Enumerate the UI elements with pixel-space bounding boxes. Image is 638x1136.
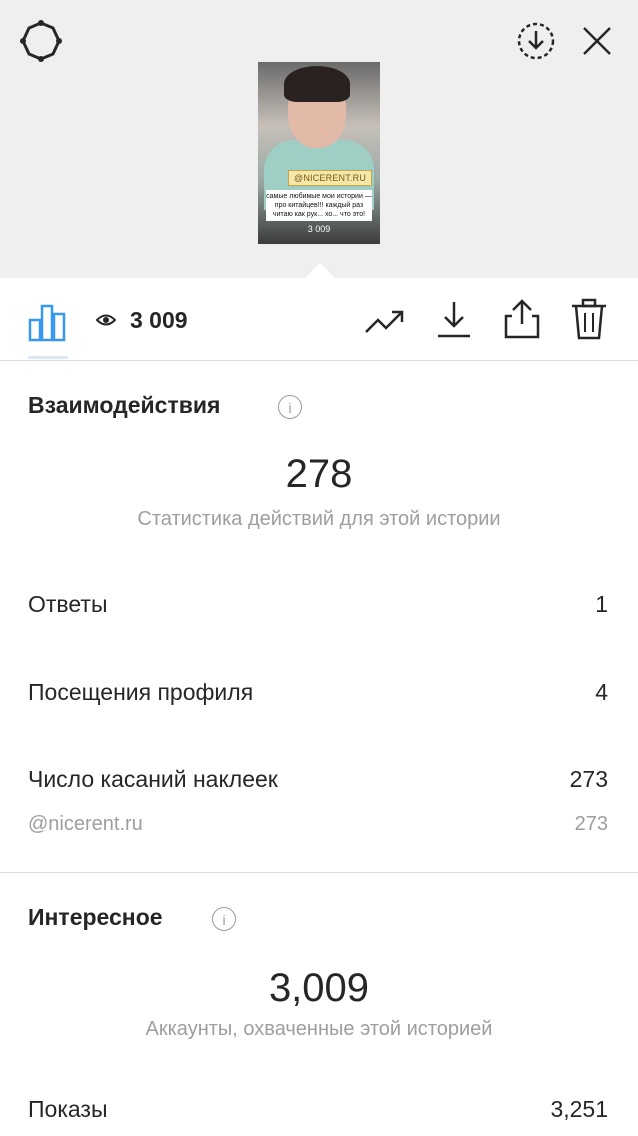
thumbnail-view-count: 3 009 bbox=[307, 224, 331, 234]
discovery-total: 3,009 bbox=[268, 966, 370, 1010]
download-icon[interactable] bbox=[436, 300, 472, 340]
settings-gear-icon[interactable] bbox=[20, 20, 62, 62]
profile-visits-label: Посещения профиля bbox=[28, 679, 254, 705]
discovery-title: Интересное bbox=[28, 904, 163, 930]
thumbnail-caption: самые любимые мои истории — про китайцев… bbox=[266, 190, 372, 221]
active-tab-indicator bbox=[28, 356, 68, 359]
insights-bar-chart-icon[interactable] bbox=[28, 302, 68, 342]
close-icon[interactable] bbox=[580, 24, 614, 58]
share-icon[interactable] bbox=[502, 298, 542, 340]
story-preview-area: @NICERENT.RU самые любимые мои истории —… bbox=[0, 0, 638, 278]
download-circle-icon[interactable] bbox=[515, 20, 557, 62]
trending-up-icon[interactable] bbox=[364, 306, 406, 336]
thumbnail-pointer bbox=[306, 262, 334, 278]
profile-visits-value: 4 bbox=[595, 679, 608, 705]
insights-toolbar: 3 009 bbox=[0, 278, 638, 361]
sticker-taps-label: Число касаний наклеек bbox=[28, 766, 278, 792]
thumbnail-hair bbox=[284, 66, 350, 102]
replies-value: 1 bbox=[595, 591, 608, 617]
view-count: 3 009 bbox=[96, 306, 188, 334]
discovery-info-icon[interactable]: i bbox=[212, 907, 236, 931]
interactions-caption: Статистика действий для этой истории bbox=[137, 508, 501, 530]
sticker-taps-value: 273 bbox=[569, 766, 608, 792]
section-divider bbox=[0, 872, 638, 873]
impressions-label: Показы bbox=[28, 1096, 108, 1122]
story-thumbnail[interactable]: @NICERENT.RU самые любимые мои истории —… bbox=[258, 62, 380, 244]
eye-icon bbox=[96, 314, 116, 326]
thumbnail-brand-tag: @NICERENT.RU bbox=[288, 170, 373, 186]
replies-label: Ответы bbox=[28, 591, 108, 617]
interactions-info-icon[interactable]: i bbox=[278, 395, 302, 419]
sticker-mention-label: @nicerent.ru bbox=[28, 813, 143, 835]
trash-icon[interactable] bbox=[570, 298, 608, 340]
view-count-value: 3 009 bbox=[130, 306, 188, 333]
interactions-total: 278 bbox=[285, 452, 353, 496]
interactions-title: Взаимодействия bbox=[28, 392, 221, 418]
impressions-value: 3,251 bbox=[550, 1096, 608, 1122]
discovery-caption: Аккаунты, охваченные этой историей bbox=[145, 1018, 493, 1040]
sticker-mention-value: 273 bbox=[574, 813, 608, 835]
